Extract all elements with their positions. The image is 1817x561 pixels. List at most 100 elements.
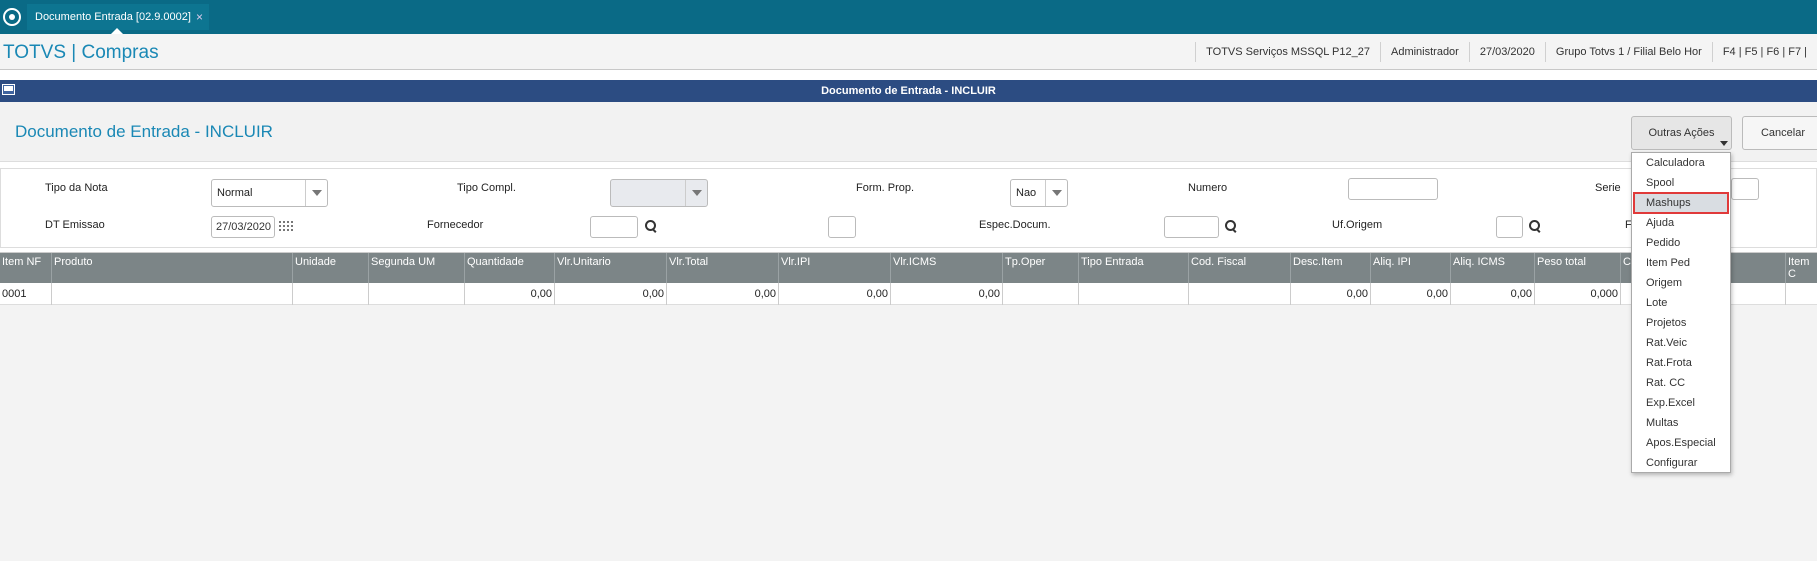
cell-segunda-um[interactable] [369, 283, 465, 305]
dropdown-arrow-icon [1720, 141, 1728, 146]
header-branch[interactable]: Grupo Totvs 1 / Filial Belo Hor [1544, 42, 1712, 62]
menu-item-pedido[interactable]: Pedido [1632, 233, 1730, 253]
menu-item-multas[interactable]: Multas [1632, 413, 1730, 433]
page-title: Documento de Entrada - INCLUIR [15, 122, 273, 141]
col-unidade[interactable]: Unidade [293, 253, 369, 283]
tipo-nota-label: Tipo da Nota [45, 182, 108, 194]
espec-docum-label: Espec.Docum. [979, 219, 1051, 231]
header-environment: TOTVS Serviços MSSQL P12_27 [1195, 42, 1380, 62]
col-item-nf[interactable]: Item NF [0, 253, 52, 283]
serie-input[interactable] [1731, 178, 1759, 200]
cell-tipo-entrada[interactable] [1079, 283, 1189, 305]
menu-item-rat-veic[interactable]: Rat.Veic [1632, 333, 1730, 353]
menu-item-lote[interactable]: Lote [1632, 293, 1730, 313]
menu-item-calculadora[interactable]: Calculadora [1632, 153, 1730, 173]
form-prop-value: Nao [1016, 187, 1037, 199]
serie-label: Serie [1595, 182, 1621, 194]
window-title: Documento de Entrada - INCLUIR [821, 85, 996, 97]
menu-item-ajuda[interactable]: Ajuda [1632, 213, 1730, 233]
cell-cod-fiscal[interactable] [1189, 283, 1291, 305]
header-shortcuts[interactable]: F4 | F5 | F6 | F7 | [1711, 42, 1817, 62]
tipo-nota-value: Normal [217, 187, 253, 199]
col-item-c[interactable]: Item C [1786, 253, 1817, 283]
cell-vlr-unitario[interactable]: 0,00 [555, 283, 667, 305]
menu-item-rat-cc[interactable]: Rat. CC [1632, 373, 1730, 393]
dt-emissao-input[interactable]: 27/03/2020 [211, 216, 275, 238]
col-aliq-ipi[interactable]: Aliq. IPI [1371, 253, 1451, 283]
fornecedor-label: Fornecedor [427, 219, 484, 231]
numero-input[interactable] [1348, 178, 1438, 200]
cell-item-c[interactable] [1786, 283, 1817, 305]
calendar-icon[interactable] [279, 221, 295, 233]
menu-item-projetos[interactable]: Projetos [1632, 313, 1730, 333]
app-header: TOTVS | Compras TOTVS Serviços MSSQL P12… [0, 34, 1817, 70]
numero-label: Numero [1188, 182, 1228, 194]
cell-aliq-ipi[interactable]: 0,00 [1371, 283, 1451, 305]
totvs-home-icon[interactable] [3, 8, 21, 26]
col-peso-total[interactable]: Peso total [1535, 253, 1621, 283]
menu-item-spool[interactable]: Spool [1632, 173, 1730, 193]
cell-vlr-icms[interactable]: 0,00 [891, 283, 1003, 305]
cell-tp-oper[interactable] [1003, 283, 1079, 305]
col-vlr-total[interactable]: Vlr.Total [667, 253, 779, 283]
cancel-button[interactable]: Cancelar [1742, 116, 1817, 150]
cell-item-nf[interactable]: 0001 [0, 283, 52, 305]
uf-origem-input[interactable] [1496, 216, 1523, 238]
menu-item-apos-especial[interactable]: Apos.Especial [1632, 433, 1730, 453]
window-icon[interactable] [2, 84, 15, 95]
tab-documento-entrada[interactable]: Documento Entrada [02.9.0002] × [27, 4, 209, 30]
fornecedor-input[interactable] [590, 216, 638, 238]
cell-aliq-icms[interactable]: 0,00 [1451, 283, 1535, 305]
search-icon[interactable] [1529, 220, 1542, 233]
cell-peso-total[interactable]: 0,000 [1535, 283, 1621, 305]
col-vlr-ipi[interactable]: Vlr.IPI [779, 253, 891, 283]
col-vlr-unitario[interactable]: Vlr.Unitario [555, 253, 667, 283]
loja-input[interactable] [828, 216, 856, 238]
espec-docum-input[interactable] [1164, 216, 1219, 238]
col-quantidade[interactable]: Quantidade [465, 253, 555, 283]
col-vlr-icms[interactable]: Vlr.ICMS [891, 253, 1003, 283]
table-row[interactable]: 0001 0,00 0,00 0,00 0,00 0,00 0,00 0,00 … [0, 283, 1817, 305]
header-info: TOTVS Serviços MSSQL P12_27 Administrado… [1195, 34, 1817, 70]
tipo-nota-select[interactable]: Normal [211, 179, 328, 207]
col-produto[interactable]: Produto [52, 253, 293, 283]
outras-acoes-label: Outras Ações [1648, 127, 1715, 139]
form-prop-select[interactable]: Nao [1010, 179, 1068, 207]
menu-item-origem[interactable]: Origem [1632, 273, 1730, 293]
menu-item-item-ped[interactable]: Item Ped [1632, 253, 1730, 273]
uf-origem-label: Uf.Origem [1332, 219, 1383, 231]
menu-item-rat-frota[interactable]: Rat.Frota [1632, 353, 1730, 373]
cell-quantidade[interactable]: 0,00 [465, 283, 555, 305]
tab-label: Documento Entrada [02.9.0002] [35, 11, 191, 23]
menu-item-mashups[interactable]: Mashups [1633, 192, 1729, 214]
col-cod-fiscal[interactable]: Cod. Fiscal [1189, 253, 1291, 283]
items-grid: Item NF Produto Unidade Segunda UM Quant… [0, 252, 1817, 561]
col-aliq-icms[interactable]: Aliq. ICMS [1451, 253, 1535, 283]
tab-bar: Documento Entrada [02.9.0002] × [0, 0, 1817, 34]
col-desc-item[interactable]: Desc.Item [1291, 253, 1371, 283]
col-tipo-entrada[interactable]: Tipo Entrada [1079, 253, 1189, 283]
cell-produto[interactable] [52, 283, 293, 305]
cell-vlr-total[interactable]: 0,00 [667, 283, 779, 305]
cell-unidade[interactable] [293, 283, 369, 305]
chevron-down-icon [305, 180, 327, 206]
dt-emissao-label: DT Emissao [45, 219, 105, 231]
outras-acoes-button[interactable]: Outras Ações [1631, 116, 1732, 150]
cell-desc-item[interactable]: 0,00 [1291, 283, 1371, 305]
col-tp-oper[interactable]: Tp.Oper [1003, 253, 1079, 283]
search-icon[interactable] [1225, 220, 1238, 233]
col-segunda-um[interactable]: Segunda UM [369, 253, 465, 283]
window-title-bar: Documento de Entrada - INCLUIR [0, 80, 1817, 102]
search-icon[interactable] [645, 220, 658, 233]
grid-header: Item NF Produto Unidade Segunda UM Quant… [0, 253, 1817, 283]
header-date: 27/03/2020 [1468, 42, 1545, 62]
menu-item-configurar[interactable]: Configurar [1632, 453, 1730, 473]
dt-emissao-value: 27/03/2020 [216, 221, 272, 233]
tipo-compl-select[interactable] [610, 179, 708, 207]
header-user: Administrador [1379, 42, 1469, 62]
page-header: Documento de Entrada - INCLUIR Outras Aç… [0, 102, 1817, 162]
close-icon[interactable]: × [196, 4, 203, 30]
outras-acoes-menu: Calculadora Spool Mashups Ajuda Pedido I… [1631, 152, 1731, 473]
menu-item-exp-excel[interactable]: Exp.Excel [1632, 393, 1730, 413]
cell-vlr-ipi[interactable]: 0,00 [779, 283, 891, 305]
